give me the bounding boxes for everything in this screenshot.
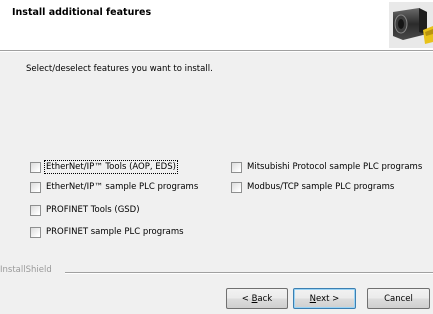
checkbox[interactable] — [30, 161, 41, 173]
checkbox[interactable] — [30, 204, 41, 216]
header-divider-highlight — [0, 51, 433, 52]
installshield-brand: InstallShield — [0, 265, 52, 275]
page-title: Install additional features — [12, 7, 152, 18]
back-label-prefix: < — [241, 293, 252, 304]
feature-ethernetip-tools[interactable]: EtherNet/IP™ Tools (AOP, EDS) — [30, 160, 178, 174]
cancel-label: Cancel — [384, 293, 413, 304]
cancel-button[interactable]: Cancel — [367, 288, 430, 309]
back-button[interactable]: < Back — [226, 288, 288, 309]
feature-label: Modbus/TCP sample PLC programs — [247, 182, 395, 192]
next-button[interactable]: Next > — [293, 288, 356, 309]
feature-label: EtherNet/IP™ Tools (AOP, EDS) — [44, 160, 178, 174]
feature-ethernetip-sample-plc[interactable]: EtherNet/IP™ sample PLC programs — [30, 180, 199, 194]
instruction-text: Select/deselect features you want to ins… — [26, 64, 213, 74]
feature-profinet-sample-plc[interactable]: PROFINET sample PLC programs — [30, 225, 185, 239]
feature-modbus-sample-plc[interactable]: Modbus/TCP sample PLC programs — [231, 180, 395, 194]
checkbox[interactable] — [30, 181, 41, 193]
checkbox[interactable] — [231, 161, 242, 173]
footer-divider-highlight — [65, 273, 433, 274]
checkbox[interactable] — [231, 181, 242, 193]
feature-profinet-tools[interactable]: PROFINET Tools (GSD) — [30, 203, 141, 217]
next-label-rest: ext > — [316, 293, 340, 304]
back-label-rest: ack — [257, 293, 273, 304]
feature-label: PROFINET sample PLC programs — [46, 227, 184, 237]
feature-label: PROFINET Tools (GSD) — [46, 205, 140, 215]
feature-mitsubishi-sample-plc[interactable]: Mitsubishi Protocol sample PLC programs — [231, 160, 423, 174]
feature-label: EtherNet/IP™ sample PLC programs — [46, 182, 199, 192]
scanner-device-icon — [389, 2, 433, 48]
feature-label: Mitsubishi Protocol sample PLC programs — [247, 162, 423, 172]
checkbox[interactable] — [30, 226, 41, 238]
header-banner: Install additional features — [0, 0, 433, 50]
